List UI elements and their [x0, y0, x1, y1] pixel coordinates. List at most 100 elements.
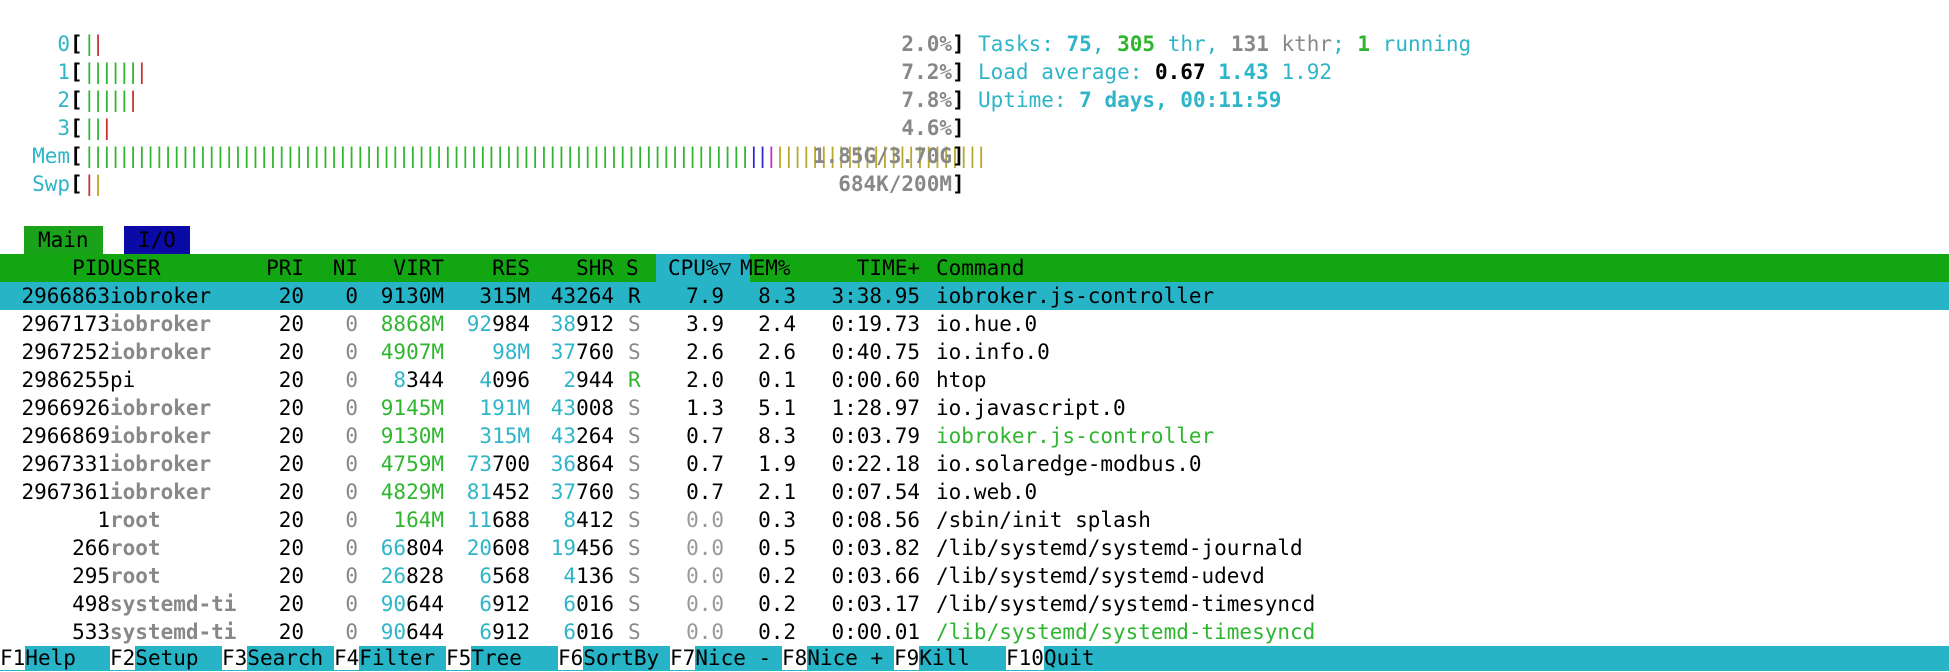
cell-state: S — [628, 620, 641, 644]
cell-mem: 5.1 — [758, 396, 796, 420]
cell-virt: 9145M — [380, 396, 444, 420]
table-row[interactable]: 1 root 20 0 164M 11688 8412 S 0.0 0.3 0:08.56/sbin… — [0, 506, 1949, 534]
fkey-label: Filter — [359, 646, 436, 670]
cell-command: /sbin/init splash — [936, 508, 1151, 532]
fkey-setup[interactable]: F2Setup — [110, 644, 199, 672]
fkey-nice[interactable]: F8Nice + — [782, 644, 883, 672]
cell-ni: 0 — [345, 284, 358, 308]
fkey-filter[interactable]: F4Filter — [334, 644, 435, 672]
column-cpu-sorted[interactable]: CPU%▽ — [656, 254, 750, 282]
threads-label: thr — [1155, 32, 1206, 56]
cell-ni: 0 — [345, 396, 358, 420]
cell-pri: 20 — [278, 424, 304, 448]
cell-mem: 0.1 — [758, 368, 796, 392]
cell-time: 0:03.79 — [831, 424, 920, 448]
table-row[interactable]: 2967331 iobroker 20 0 4759M 73700 36864 S 0.7 1.9… — [0, 450, 1949, 478]
column-shr[interactable]: SHR — [538, 254, 614, 282]
cell-shr: 6016 — [563, 620, 614, 644]
fkey-help[interactable]: F1Help — [0, 644, 76, 672]
column-ni[interactable]: NI — [320, 254, 358, 282]
fkey-label: Help — [25, 646, 76, 670]
cell-virt: 90644 — [380, 592, 444, 616]
cell-cpu: 0.0 — [686, 564, 724, 588]
cell-mem: 0.5 — [758, 536, 796, 560]
cell-command: io.javascript.0 — [936, 396, 1126, 420]
meter-value: 7.2% — [901, 60, 952, 84]
fkey-kill[interactable]: F9Kill — [894, 644, 970, 672]
cell-pri: 20 — [278, 284, 304, 308]
table-row[interactable]: 295 root 20 0 26828 6568 4136 S 0.0 0.2 0:03.66/li… — [0, 562, 1949, 590]
column-pid[interactable]: PID — [0, 254, 110, 282]
fkey-nice[interactable]: F7Nice - — [670, 644, 771, 672]
cell-shr: 6016 — [563, 592, 614, 616]
cell-state: R — [628, 284, 641, 308]
cell-command: htop — [936, 368, 987, 392]
cell-res: 92984 — [466, 312, 530, 336]
cell-virt: 4907M — [380, 340, 444, 364]
cell-pid: 2967252 — [21, 340, 110, 364]
load-average: Load average: 0.67 1.43 1.92 — [978, 58, 1332, 86]
cell-command: /lib/systemd/systemd-timesyncd — [936, 592, 1316, 616]
meter-bracket-close: ] — [952, 60, 965, 84]
meter-bracket-open: [ — [70, 144, 83, 168]
fkey-label: Tree — [471, 646, 522, 670]
meter-bracket-close: ] — [952, 172, 965, 196]
function-key-bar: F1Help F2Setup F3Search F4Filter F5Tree F6Sor… — [0, 646, 1949, 671]
tab-main[interactable]: Main — [24, 226, 103, 254]
cell-pri: 20 — [278, 312, 304, 336]
cell-res: 6568 — [479, 564, 530, 588]
column-state[interactable]: S — [626, 254, 639, 282]
cell-mem: 0.2 — [758, 620, 796, 644]
fkey-sortby[interactable]: F6SortBy — [558, 644, 659, 672]
table-row[interactable]: 2966926 iobroker 20 0 9145M 191M 43008 S 1.3 5.1 1… — [0, 394, 1949, 422]
table-row[interactable]: 533 systemd-ti 20 0 90644 6912 6016 S 0.0 0.2 0:00… — [0, 618, 1949, 646]
cell-time: 0:00.01 — [831, 620, 920, 644]
column-time[interactable]: TIME+ — [810, 254, 920, 282]
cell-state: S — [628, 592, 641, 616]
cell-res: 315M — [479, 284, 530, 308]
cell-pri: 20 — [278, 368, 304, 392]
fkey-search[interactable]: F3Search — [222, 644, 323, 672]
cell-res: 81452 — [466, 480, 530, 504]
cell-pri: 20 — [278, 396, 304, 420]
meter-bar-segment: | — [91, 32, 105, 56]
meter-bar-segment: ||||||||||||||||||||||||||||||||||||||||… — [83, 144, 751, 168]
meter-bar-segment: | — [83, 32, 96, 56]
cell-time: 0:19.73 — [831, 312, 920, 336]
tab-io[interactable]: I/O — [124, 226, 190, 254]
column-user[interactable]: USER — [110, 254, 161, 282]
cell-cpu: 0.0 — [686, 592, 724, 616]
column-virt[interactable]: VIRT — [370, 254, 444, 282]
meter-label: 1 — [57, 60, 70, 84]
cell-pri: 20 — [278, 620, 304, 644]
meter-bracket-open: [ — [70, 60, 83, 84]
table-row[interactable]: 498 systemd-ti 20 0 90644 6912 6016 S 0.0 0.2 0:03… — [0, 590, 1949, 618]
cell-user: iobroker — [110, 452, 212, 476]
table-row[interactable]: 2986255 pi 20 0 8344 4096 2944 R 2.0 0.1 0:00.60 ht… — [0, 366, 1949, 394]
uptime-label: Uptime: — [978, 88, 1080, 112]
threads-count: 305 — [1117, 32, 1156, 56]
fkey-quit[interactable]: F10Quit — [1006, 644, 1095, 672]
cell-ni: 0 — [345, 340, 358, 364]
cell-ni: 0 — [345, 424, 358, 448]
table-row[interactable]: 266 root 20 0 66804 20608 19456 S 0.0 0.5 0:03.82 /… — [0, 534, 1949, 562]
column-command[interactable]: Command — [936, 254, 1025, 282]
column-pri[interactable]: PRI — [250, 254, 304, 282]
cell-mem: 0.2 — [758, 592, 796, 616]
cell-cpu: 0.7 — [686, 480, 724, 504]
fkey-tree[interactable]: F5Tree — [446, 644, 522, 672]
table-row[interactable]: 2967173 iobroker 20 0 8868M 92984 38912 S 3.9 2.4… — [0, 310, 1949, 338]
cell-shr: 37760 — [550, 340, 614, 364]
table-row[interactable]: 2966869 iobroker 20 0 9130M 315M 43264 S 0.7 8.3 0… — [0, 422, 1949, 450]
cell-pid: 2966869 — [21, 424, 110, 448]
table-row[interactable]: 2966863 iobroker 20 0 9130M 315M 43264 R 7.9 8.3 3… — [0, 282, 1949, 310]
cell-user: root — [110, 508, 161, 532]
column-res[interactable]: RES — [450, 254, 530, 282]
cell-pri: 20 — [278, 592, 304, 616]
tasks-count: 75 — [1066, 32, 1092, 56]
cell-ni: 0 — [345, 368, 358, 392]
table-row[interactable]: 2967252 iobroker 20 0 4907M 98M 37760 S 2.6 2.6 0:… — [0, 338, 1949, 366]
column-mem[interactable]: MEM% — [740, 254, 791, 282]
table-row[interactable]: 2967361 iobroker 20 0 4829M 81452 37760 S 0.7 2.1… — [0, 478, 1949, 506]
kthreads-label: kthr — [1268, 32, 1333, 56]
